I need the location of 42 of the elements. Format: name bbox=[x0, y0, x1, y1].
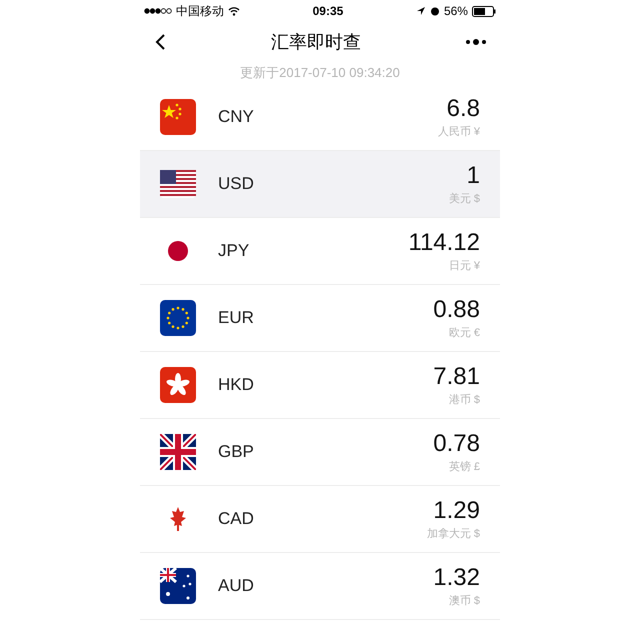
currency-code: HKD bbox=[218, 374, 254, 396]
currency-row[interactable]: USD 1 美元 $ bbox=[140, 151, 500, 218]
rate-value: 0.88 bbox=[433, 294, 480, 325]
currency-name: 英镑 £ bbox=[448, 460, 480, 475]
currency-code: AUD bbox=[218, 575, 254, 598]
flag-icon bbox=[160, 300, 196, 336]
currency-name: 澳币 $ bbox=[448, 594, 480, 609]
wifi-icon bbox=[228, 6, 240, 16]
rate-value: 6.8 bbox=[446, 94, 480, 124]
currency-name: 欧元 € bbox=[448, 326, 480, 341]
rate-value: 0.78 bbox=[433, 428, 480, 459]
currency-name: 美元 $ bbox=[448, 192, 480, 207]
currency-code: USD bbox=[218, 173, 254, 196]
currency-name: 港币 $ bbox=[448, 392, 480, 408]
rate-value: 114.12 bbox=[408, 228, 480, 258]
currency-code: CAD bbox=[218, 508, 254, 530]
flag-icon bbox=[160, 568, 196, 604]
signal-icon bbox=[144, 8, 172, 14]
rate-value: 1.32 bbox=[433, 562, 480, 593]
rate-value: 1.29 bbox=[433, 496, 480, 526]
rate-value: 7.81 bbox=[433, 362, 480, 392]
currency-name: 加拿大元 $ bbox=[426, 526, 480, 542]
battery-percent: 56% bbox=[444, 3, 468, 20]
flag-icon bbox=[160, 367, 196, 403]
currency-code: JPY bbox=[218, 240, 250, 262]
chevron-left-icon bbox=[154, 33, 166, 51]
battery-icon bbox=[472, 6, 496, 16]
currency-code: EUR bbox=[218, 307, 254, 330]
page-title: 汇率即时查 bbox=[271, 30, 361, 54]
alarm-icon bbox=[430, 6, 440, 16]
more-icon bbox=[465, 39, 487, 45]
status-time: 09:35 bbox=[312, 3, 344, 20]
currency-code: CNY bbox=[218, 106, 254, 128]
flag-icon bbox=[160, 99, 196, 135]
currency-name: 日元 ¥ bbox=[448, 258, 480, 274]
rate-value: 1 bbox=[466, 160, 480, 191]
carrier-name: 中国移动 bbox=[176, 3, 224, 20]
location-icon bbox=[416, 6, 426, 16]
currency-name: 人民币 ¥ bbox=[438, 124, 480, 140]
updated-time: 更新于2017-07-10 09:34:20 bbox=[240, 64, 400, 82]
flag-icon bbox=[160, 434, 196, 470]
currency-code: GBP bbox=[218, 441, 254, 464]
